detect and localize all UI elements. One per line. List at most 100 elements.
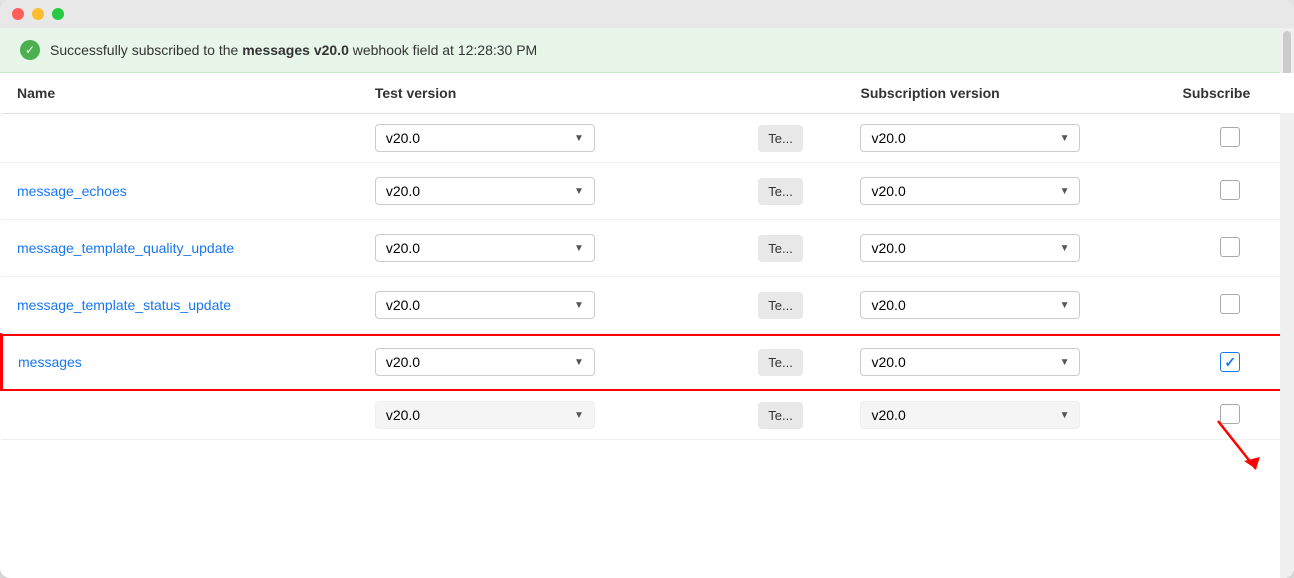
- field-name-link[interactable]: message_template_status_update: [17, 297, 231, 313]
- webhook-table: Name Test version Subscription version S…: [0, 73, 1294, 440]
- table-row: v20.0 ▼ Te... v20.0 ▼: [1, 114, 1294, 163]
- row-subscribe-cell[interactable]: [1167, 114, 1294, 163]
- table-row: message_template_quality_update v20.0 ▼ …: [1, 220, 1294, 277]
- row-subscribe-cell[interactable]: [1167, 334, 1294, 391]
- row-test-version-cell[interactable]: v20.0 ▼: [359, 114, 742, 163]
- row-subscribe-cell[interactable]: [1167, 391, 1294, 440]
- content-area: ✓ Successfully subscribed to the message…: [0, 28, 1294, 578]
- chevron-down-icon: ▼: [574, 133, 584, 144]
- row-name-cell: messages: [1, 334, 359, 391]
- messages-table-row: messages v20.0 ▼ Te...: [1, 334, 1294, 391]
- chevron-down-icon: ▼: [574, 410, 584, 421]
- test-version-select[interactable]: v20.0 ▼: [375, 124, 595, 152]
- sub-version-select[interactable]: v20.0 ▼: [860, 234, 1080, 262]
- test-version-value: v20.0: [386, 354, 420, 370]
- col-header-test-version: Test version: [359, 73, 742, 114]
- sub-version-value: v20.0: [871, 183, 905, 199]
- minimize-button[interactable]: [32, 8, 44, 20]
- chevron-down-icon: ▼: [1060, 186, 1070, 197]
- test-button[interactable]: Te...: [758, 402, 803, 429]
- test-version-select[interactable]: v20.0 ▼: [375, 291, 595, 319]
- col-header-test-btn: [742, 73, 844, 114]
- test-button[interactable]: Te...: [758, 349, 803, 376]
- row-test-version-cell[interactable]: v20.0 ▼: [359, 163, 742, 220]
- chevron-down-icon: ▼: [574, 357, 584, 368]
- sub-version-select[interactable]: v20.0 ▼: [860, 177, 1080, 205]
- row-test-btn-cell[interactable]: Te...: [742, 220, 844, 277]
- maximize-button[interactable]: [52, 8, 64, 20]
- test-version-select[interactable]: v20.0 ▼: [375, 234, 595, 262]
- sub-version-select[interactable]: v20.0 ▼: [860, 401, 1080, 429]
- test-button[interactable]: Te...: [758, 125, 803, 152]
- row-test-btn-cell[interactable]: Te...: [742, 163, 844, 220]
- test-version-value: v20.0: [386, 297, 420, 313]
- test-version-value: v20.0: [386, 130, 420, 146]
- col-header-name: Name: [1, 73, 359, 114]
- success-bold: messages v20.0: [242, 42, 349, 58]
- close-button[interactable]: [12, 8, 24, 20]
- subscribe-checkbox[interactable]: [1220, 237, 1240, 257]
- success-message: Successfully subscribed to the messages …: [50, 42, 537, 58]
- row-name-cell: message_template_quality_update: [1, 220, 359, 277]
- chevron-down-icon: ▼: [574, 300, 584, 311]
- row-name-cell: [1, 114, 359, 163]
- sub-version-value: v20.0: [871, 407, 905, 423]
- field-name-link[interactable]: message_echoes: [17, 183, 127, 199]
- row-sub-version-cell[interactable]: v20.0 ▼: [844, 391, 1166, 440]
- test-version-select[interactable]: v20.0 ▼: [375, 348, 595, 376]
- chevron-down-icon: ▼: [574, 243, 584, 254]
- sub-version-value: v20.0: [871, 240, 905, 256]
- row-test-btn-cell[interactable]: Te...: [742, 334, 844, 391]
- row-sub-version-cell[interactable]: v20.0 ▼: [844, 334, 1166, 391]
- subscribe-checkbox-checked[interactable]: [1220, 352, 1240, 372]
- main-window: ✓ Successfully subscribed to the message…: [0, 0, 1294, 578]
- chevron-down-icon: ▼: [1060, 410, 1070, 421]
- row-name-cell: message_echoes: [1, 163, 359, 220]
- test-button[interactable]: Te...: [758, 235, 803, 262]
- row-test-version-cell[interactable]: v20.0 ▼: [359, 277, 742, 334]
- row-test-version-cell[interactable]: v20.0 ▼: [359, 391, 742, 440]
- field-name-link[interactable]: message_template_quality_update: [17, 240, 234, 256]
- test-button[interactable]: Te...: [758, 178, 803, 205]
- sub-version-select[interactable]: v20.0 ▼: [860, 124, 1080, 152]
- success-banner: ✓ Successfully subscribed to the message…: [0, 28, 1294, 73]
- subscribe-checkbox[interactable]: [1220, 294, 1240, 314]
- sub-version-value: v20.0: [871, 130, 905, 146]
- row-test-version-cell[interactable]: v20.0 ▼: [359, 334, 742, 391]
- table-row: message_echoes v20.0 ▼ Te...: [1, 163, 1294, 220]
- messages-field-name-link[interactable]: messages: [18, 354, 82, 370]
- sub-version-select[interactable]: v20.0 ▼: [860, 291, 1080, 319]
- sub-version-value: v20.0: [871, 354, 905, 370]
- subscribe-checkbox[interactable]: [1220, 127, 1240, 147]
- col-header-subscribe: Subscribe: [1167, 73, 1294, 114]
- table-container[interactable]: Name Test version Subscription version S…: [0, 73, 1294, 578]
- chevron-down-icon: ▼: [574, 186, 584, 197]
- row-test-btn-cell[interactable]: Te...: [742, 391, 844, 440]
- test-version-value: v20.0: [386, 407, 420, 423]
- row-test-btn-cell[interactable]: Te...: [742, 277, 844, 334]
- subscribe-checkbox[interactable]: [1220, 404, 1240, 424]
- sub-version-select[interactable]: v20.0 ▼: [860, 348, 1080, 376]
- row-subscribe-cell[interactable]: [1167, 277, 1294, 334]
- row-test-version-cell[interactable]: v20.0 ▼: [359, 220, 742, 277]
- table-header-row: Name Test version Subscription version S…: [1, 73, 1294, 114]
- row-sub-version-cell[interactable]: v20.0 ▼: [844, 277, 1166, 334]
- chevron-down-icon: ▼: [1060, 243, 1070, 254]
- row-subscribe-cell[interactable]: [1167, 163, 1294, 220]
- test-button[interactable]: Te...: [758, 292, 803, 319]
- sub-version-value: v20.0: [871, 297, 905, 313]
- table-row: v20.0 ▼ Te... v20.0 ▼: [1, 391, 1294, 440]
- test-version-value: v20.0: [386, 240, 420, 256]
- row-sub-version-cell[interactable]: v20.0 ▼: [844, 163, 1166, 220]
- subscribe-checkbox[interactable]: [1220, 180, 1240, 200]
- row-sub-version-cell[interactable]: v20.0 ▼: [844, 114, 1166, 163]
- chevron-down-icon: ▼: [1060, 357, 1070, 368]
- test-version-select[interactable]: v20.0 ▼: [375, 401, 595, 429]
- chevron-down-icon: ▼: [1060, 133, 1070, 144]
- row-subscribe-cell[interactable]: [1167, 220, 1294, 277]
- success-text-after: webhook field at 12:28:30 PM: [349, 42, 537, 58]
- table-row: message_template_status_update v20.0 ▼ T…: [1, 277, 1294, 334]
- test-version-select[interactable]: v20.0 ▼: [375, 177, 595, 205]
- row-sub-version-cell[interactable]: v20.0 ▼: [844, 220, 1166, 277]
- row-test-btn-cell[interactable]: Te...: [742, 114, 844, 163]
